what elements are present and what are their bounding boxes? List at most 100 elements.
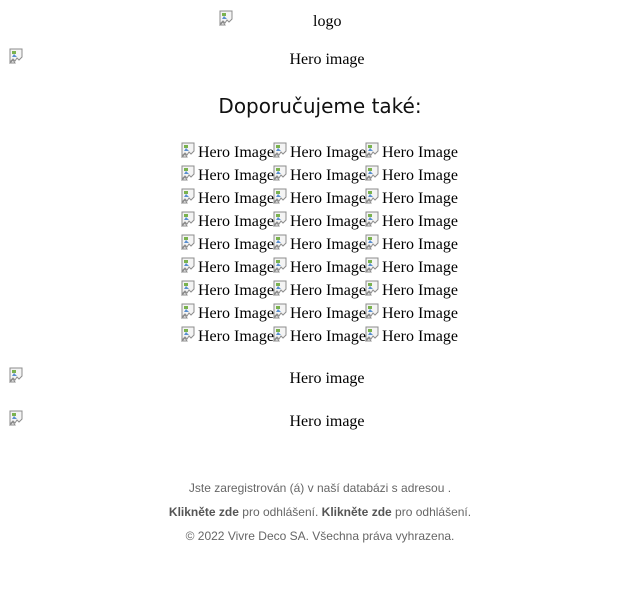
recommend-item-image[interactable]: Hero Image [365,210,458,233]
recommend-item-image[interactable]: Hero Image [365,279,458,302]
broken-image-icon [365,303,379,319]
unsubscribe-link[interactable]: Klikněte zde [169,505,239,519]
broken-image-icon [365,142,379,158]
logo-image: logo [219,10,439,32]
recommend-item-alt: Hero Image [290,213,366,230]
recommend-item-image[interactable]: Hero Image [273,164,366,187]
recommend-item-image[interactable]: Hero Image [365,256,458,279]
recommend-item-image[interactable]: Hero Image [365,325,458,348]
recommend-item-image[interactable]: Hero Image [273,141,366,164]
recommend-item-alt: Hero Image [290,236,366,253]
unsubscribe-link[interactable]: Klikněte zde [322,505,392,519]
unsubscribe-text: pro odhlášení. [391,505,472,519]
recommend-item-image[interactable]: Hero Image [181,141,274,164]
broken-image-icon [181,280,195,296]
recommend-item-image[interactable]: Hero Image [365,164,458,187]
broken-image-icon [181,303,195,319]
recommend-item-alt: Hero Image [290,328,366,345]
hero-image-alt: Hero image [289,413,365,430]
recommend-item-alt: Hero Image [198,282,274,299]
broken-image-icon [219,10,233,26]
broken-image-icon [273,234,287,250]
hero-image-alt: Hero image [289,51,365,68]
recommend-item-alt: Hero Image [290,144,366,161]
recommend-item-alt: Hero Image [198,259,274,276]
hero-image-alt: Hero image [289,370,365,387]
recommend-item-image[interactable]: Hero Image [181,187,274,210]
footer: Jste zaregistrován (á) v naší databázi s… [0,478,640,550]
recommend-item-image[interactable]: Hero Image [365,187,458,210]
recommend-item-alt: Hero Image [198,213,274,230]
recommend-item-alt: Hero Image [382,190,458,207]
recommend-item-alt: Hero Image [198,236,274,253]
recommend-item-alt: Hero Image [382,328,458,345]
recommend-item-image[interactable]: Hero Image [273,325,366,348]
recommend-item-alt: Hero Image [290,282,366,299]
recommend-grid: Hero Image Hero Image Hero Image Hero Im… [181,141,461,348]
recommend-item-alt: Hero Image [382,305,458,322]
broken-image-icon [273,165,287,181]
broken-image-icon [273,257,287,273]
broken-image-icon [273,211,287,227]
recommend-item-alt: Hero Image [198,328,274,345]
recommend-item-alt: Hero Image [198,167,274,184]
broken-image-icon [181,257,195,273]
hero-image-middle: Hero image [9,367,631,389]
recommend-item-image[interactable]: Hero Image [181,233,274,256]
recommend-item-alt: Hero Image [198,144,274,161]
broken-image-icon [181,142,195,158]
recommend-item-image[interactable]: Hero Image [181,164,274,187]
recommend-item-alt: Hero Image [198,190,274,207]
recommend-item-image[interactable]: Hero Image [273,302,366,325]
broken-image-icon [181,188,195,204]
recommend-item-alt: Hero Image [382,167,458,184]
footer-registered-text: Jste zaregistrován (á) v naší databázi s… [188,481,452,495]
hero-image-bottom: Hero image [9,410,631,432]
broken-image-icon [273,142,287,158]
broken-image-icon [365,257,379,273]
footer-copyright: © 2022 Vivre Deco SA. Všechna práva vyhr… [185,529,455,543]
broken-image-icon [181,165,195,181]
recommend-item-image[interactable]: Hero Image [181,302,274,325]
recommend-item-image[interactable]: Hero Image [181,325,274,348]
recommend-item-alt: Hero Image [290,190,366,207]
footer-unsubscribe: Klikněte zde pro odhlášení. Klikněte zde… [0,502,640,526]
recommend-item-alt: Hero Image [290,259,366,276]
recommend-item-image[interactable]: Hero Image [365,141,458,164]
recommend-heading: Doporučujeme také: [218,94,422,118]
broken-image-icon [273,303,287,319]
recommend-item-image[interactable]: Hero Image [181,256,274,279]
recommend-item-image[interactable]: Hero Image [273,233,366,256]
recommend-item-image[interactable]: Hero Image [181,210,274,233]
recommend-item-image[interactable]: Hero Image [273,279,366,302]
recommend-item-alt: Hero Image [290,167,366,184]
broken-image-icon [181,326,195,342]
recommend-item-image[interactable]: Hero Image [273,210,366,233]
broken-image-icon [365,326,379,342]
broken-image-icon [181,211,195,227]
logo-alt-text: logo [313,13,342,30]
recommend-item-alt: Hero Image [382,282,458,299]
broken-image-icon [181,234,195,250]
recommend-item-alt: Hero Image [290,305,366,322]
recommend-item-image[interactable]: Hero Image [273,256,366,279]
broken-image-icon [365,165,379,181]
broken-image-icon [273,280,287,296]
recommend-item-image[interactable]: Hero Image [365,302,458,325]
broken-image-icon [273,188,287,204]
broken-image-icon [365,234,379,250]
unsubscribe-text: pro odhlášení. [238,505,322,519]
recommend-item-image[interactable]: Hero Image [273,187,366,210]
broken-image-icon [365,188,379,204]
recommend-item-alt: Hero Image [382,236,458,253]
recommend-item-alt: Hero Image [382,144,458,161]
hero-image-top: Hero image [9,48,631,70]
recommend-item-alt: Hero Image [198,305,274,322]
recommend-item-image[interactable]: Hero Image [365,233,458,256]
recommend-item-alt: Hero Image [382,213,458,230]
recommend-item-image[interactable]: Hero Image [181,279,274,302]
broken-image-icon [365,280,379,296]
recommend-item-alt: Hero Image [382,259,458,276]
broken-image-icon [273,326,287,342]
broken-image-icon [365,211,379,227]
